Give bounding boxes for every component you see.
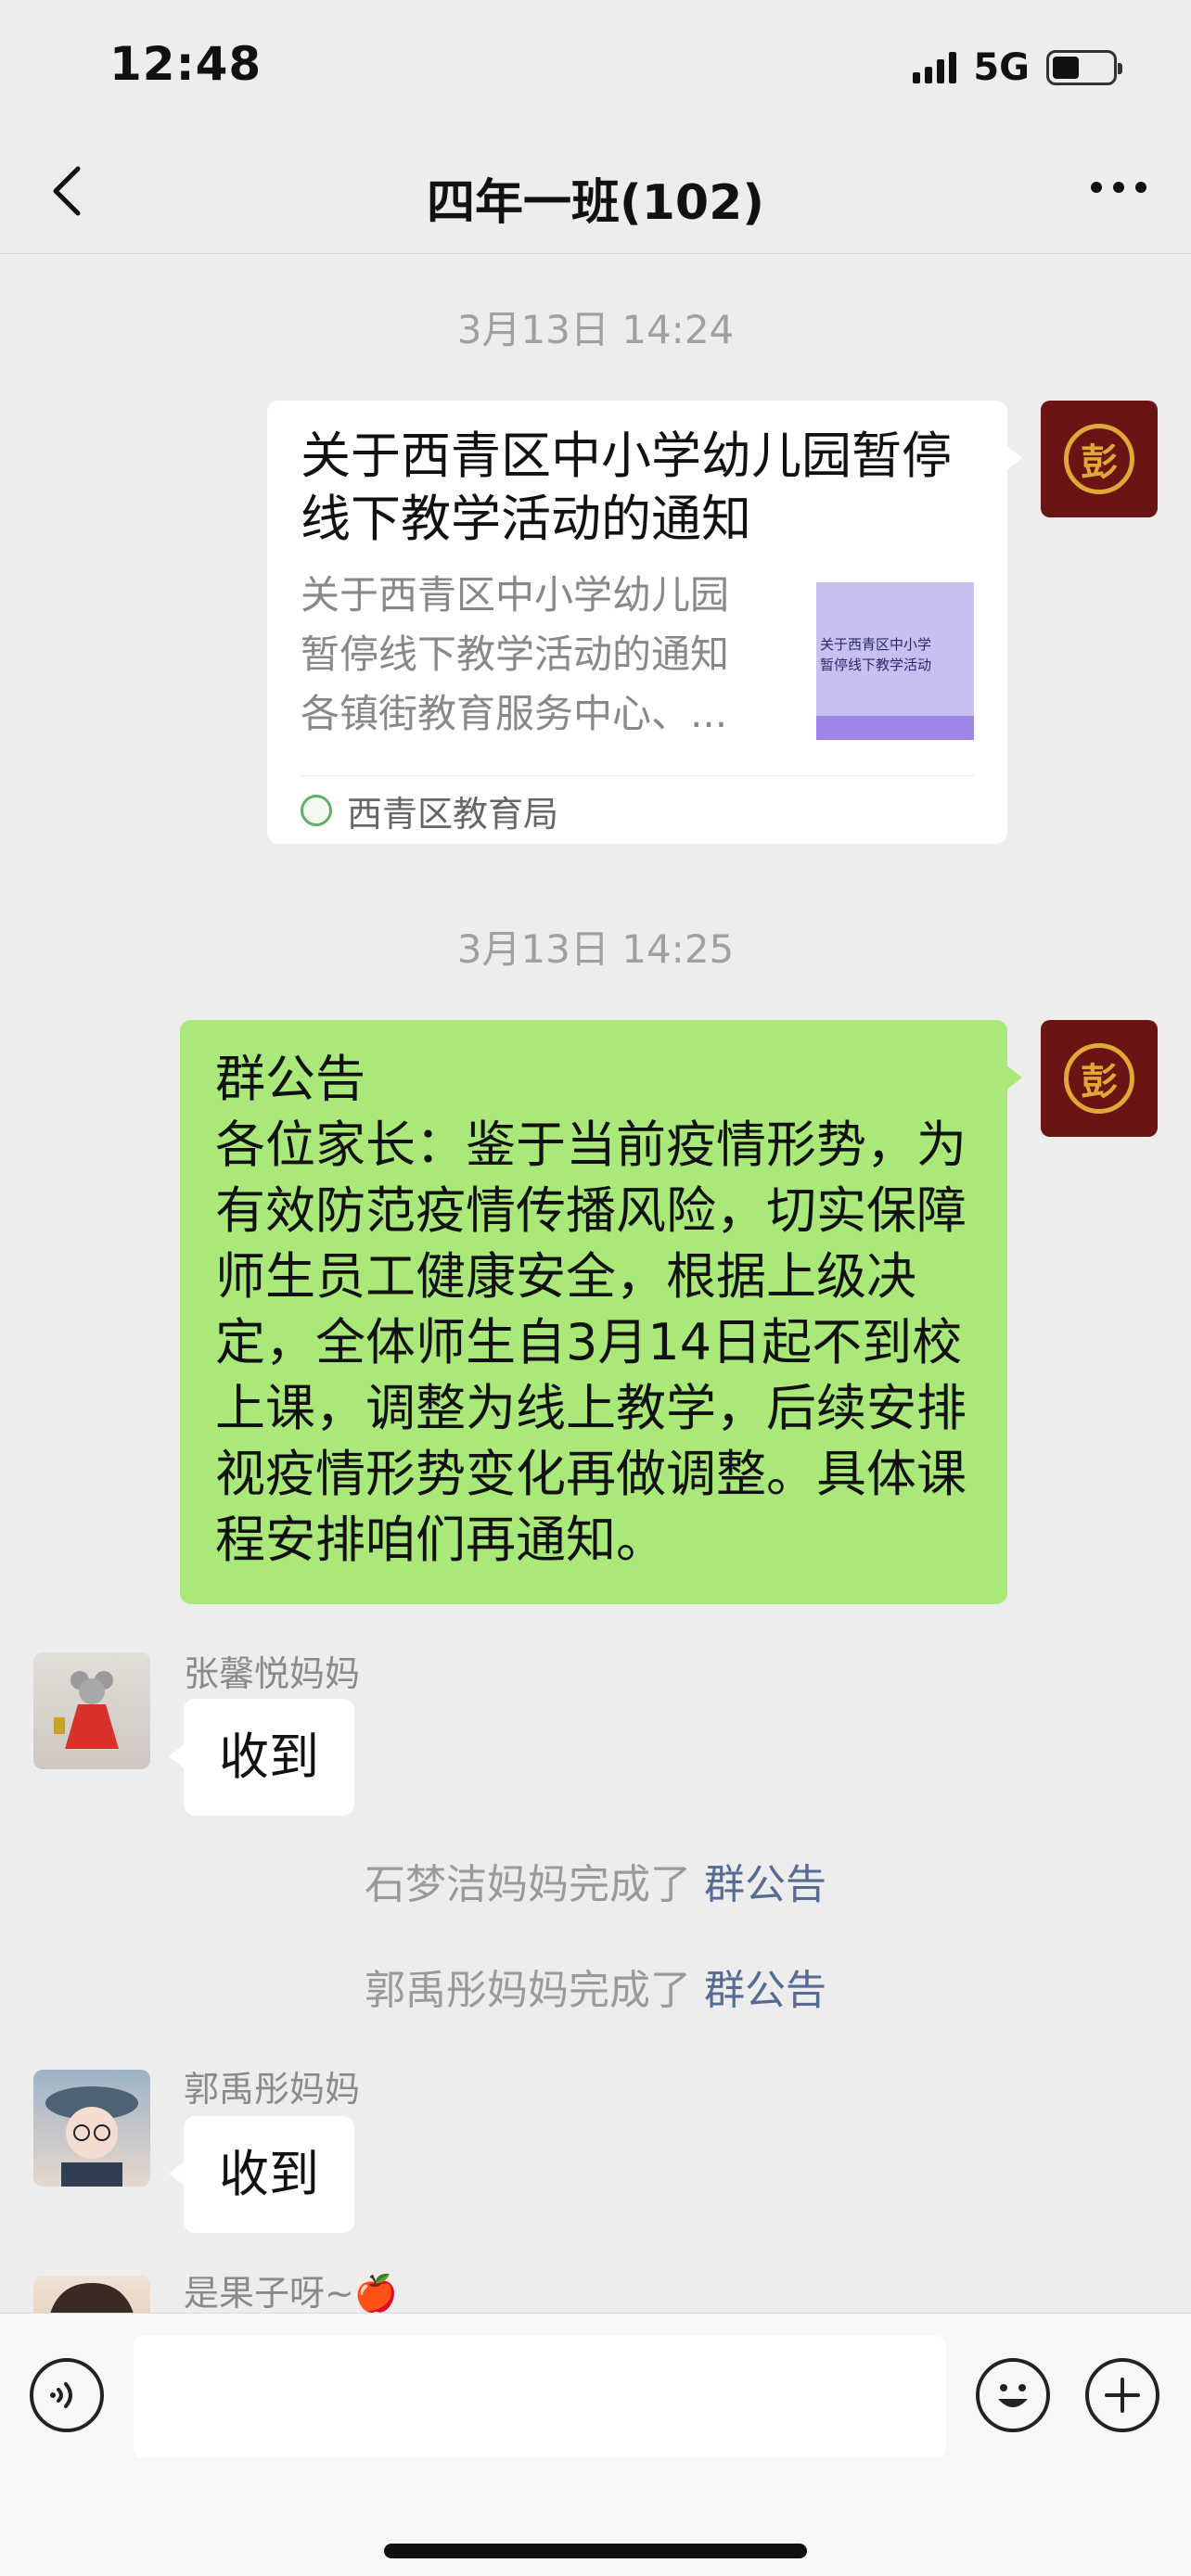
- source-logo-icon: [301, 795, 332, 826]
- avatar[interactable]: [33, 2276, 150, 2313]
- avatar[interactable]: [33, 1652, 150, 1769]
- chat-title: 四年一班(102): [426, 175, 765, 231]
- input-bar: [0, 2313, 1191, 2576]
- more-icon[interactable]: [1091, 182, 1146, 193]
- card-title: 关于西青区中小学幼儿园暂停线下教学活动的通知: [301, 427, 952, 548]
- status-indicators: 5G: [913, 46, 1122, 89]
- timestamp: 3月13日 14:24: [456, 307, 735, 352]
- timestamp: 3月13日 14:25: [456, 926, 735, 972]
- card-description: 关于西青区中小学幼儿园 暂停线下教学活动的通知 各镇街教育服务中心、...: [301, 572, 730, 736]
- sender-name: 张馨悦妈妈: [184, 1653, 361, 1694]
- sender-name: 郭禹彤妈妈: [184, 2069, 361, 2110]
- announcement-link[interactable]: 群公告: [704, 1861, 826, 1908]
- announcement-link[interactable]: 群公告: [704, 1967, 826, 2014]
- avatar[interactable]: [33, 2070, 150, 2187]
- message-bubble[interactable]: 收到: [169, 2116, 354, 2233]
- divider: [301, 775, 974, 776]
- card-source: 西青区教育局: [301, 784, 558, 836]
- status-time: 12:48: [109, 37, 263, 91]
- signal-icon: [913, 52, 957, 83]
- system-message: 郭禹彤妈妈完成了 群公告: [365, 1967, 826, 2014]
- chat-area[interactable]: 3月13日 14:24 彭 关于西青区中小学幼儿园暂停线下教学活动的通知 关于西…: [0, 254, 1191, 2313]
- voice-icon[interactable]: [30, 2358, 104, 2432]
- emoji-icon[interactable]: [976, 2358, 1050, 2432]
- battery-icon: [1046, 50, 1122, 85]
- status-bar: 12:48 5G: [0, 0, 1191, 130]
- article-card[interactable]: 关于西青区中小学幼儿园暂停线下教学活动的通知 关于西青区中小学幼儿园 暂停线下教…: [267, 401, 1022, 844]
- card-thumbnail: 关于西青区中小学 暂停线下教学活动: [816, 582, 974, 740]
- avatar[interactable]: 彭: [1041, 1020, 1158, 1137]
- announcement-bubble[interactable]: 群公告 各位家长：鉴于当前疫情形势，为有效防范疫情传播风险，切实保障师生员工健康…: [180, 1020, 1022, 1604]
- message-input[interactable]: [134, 2336, 946, 2458]
- message-bubble[interactable]: 收到: [169, 1699, 354, 1816]
- avatar[interactable]: 彭: [1041, 401, 1158, 517]
- nav-bar: 四年一班(102): [0, 130, 1191, 254]
- plus-icon[interactable]: [1085, 2358, 1159, 2432]
- home-indicator: [384, 2544, 807, 2558]
- system-message: 石梦洁妈妈完成了 群公告: [365, 1861, 826, 1908]
- network-type: 5G: [973, 46, 1030, 89]
- sender-name: 是果子呀~🍎: [184, 2273, 399, 2313]
